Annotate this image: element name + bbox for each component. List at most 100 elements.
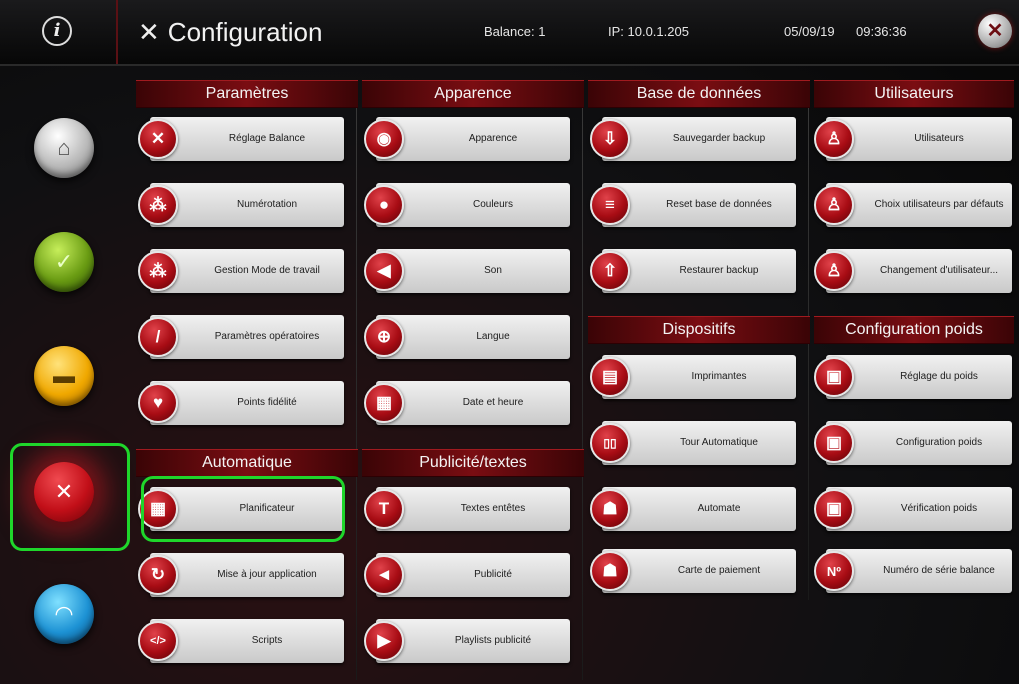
eye-icon: ◉: [364, 119, 404, 159]
button-label: Sauvegarder backup: [672, 133, 766, 144]
section-header-publicite: Publicité/textes: [362, 449, 584, 477]
configuration-poids-button[interactable]: ▣ Configuration poids: [814, 421, 1012, 465]
playlists-publicite-button[interactable]: ▶ Playlists publicité: [364, 619, 570, 663]
button-label: Son: [484, 265, 502, 276]
scripts-button[interactable]: </> Scripts: [138, 619, 344, 663]
knife-icon: /: [138, 317, 178, 357]
display-icon: ▬: [53, 363, 75, 388]
calendar-clock-icon: ▦: [364, 383, 404, 423]
nav-home-button[interactable]: ⌂: [34, 118, 94, 178]
serial-number-icon: Nº: [814, 551, 854, 591]
langue-button[interactable]: ⊕ Langue: [364, 315, 570, 359]
tools-icon: ✕: [138, 119, 178, 159]
reglage-balance-button[interactable]: ✕ Réglage Balance: [138, 117, 344, 161]
tower-icon: ▯▯: [590, 423, 630, 463]
info-cell: i: [0, 0, 118, 64]
wifi-icon: ◠: [54, 601, 74, 626]
user-icon: ♙: [814, 119, 854, 159]
check-icon: ✓: [54, 249, 74, 274]
choix-utilisateurs-defauts-button[interactable]: ♙ Choix utilisateurs par défauts: [814, 183, 1012, 227]
nav-wifi-button[interactable]: ◠: [34, 584, 94, 644]
mise-a-jour-application-button[interactable]: ↻ Mise à jour application: [138, 553, 344, 597]
button-label: Changement d'utilisateur...: [879, 265, 999, 276]
section-header-config-poids: Configuration poids: [814, 316, 1014, 344]
button-label: Gestion Mode de travail: [214, 265, 320, 276]
section-header-parametres: Paramètres: [136, 80, 358, 108]
globe-icon: ⊕: [364, 317, 404, 357]
column-divider: [582, 80, 583, 680]
button-label: Couleurs: [472, 199, 514, 210]
button-label: Réglage du poids: [900, 371, 978, 382]
son-button[interactable]: ◀ Son: [364, 249, 570, 293]
button-label: Playlists publicité: [454, 635, 532, 646]
parametres-operatoires-button[interactable]: / Paramètres opératoires: [138, 315, 344, 359]
button-label: Carte de paiement: [677, 565, 761, 576]
button-label: Mise à jour application: [217, 569, 317, 580]
play-icon: ▶: [364, 621, 404, 661]
button-label: Scripts: [251, 635, 283, 646]
automate-button[interactable]: ☗ Automate: [590, 487, 796, 531]
numero-serie-balance-button[interactable]: Nº Numéro de série balance: [814, 549, 1012, 593]
selected-button-highlight: [141, 476, 345, 542]
gestion-mode-travail-button[interactable]: ⁂ Gestion Mode de travail: [138, 249, 344, 293]
refresh-icon: ↻: [138, 555, 178, 595]
verification-poids-button[interactable]: ▣ Vérification poids: [814, 487, 1012, 531]
title-area: ✕ Configuration: [138, 12, 322, 52]
weight-icon: ▣: [814, 357, 854, 397]
section-header-base-donnees: Base de données: [588, 80, 810, 108]
button-label: Textes entêtes: [460, 503, 526, 514]
button-label: Paramètres opératoires: [214, 331, 320, 342]
weight-check-icon: ▣: [814, 489, 854, 529]
balance-status: Balance: 1: [484, 24, 546, 39]
button-label: Date et heure: [462, 397, 524, 408]
header-bar: i ✕ Configuration Balance: 1 IP: 10.0.1.…: [0, 0, 1019, 66]
button-label: Automate: [697, 503, 741, 514]
button-label: Publicité: [474, 569, 512, 580]
time-status: 09:36:36: [856, 24, 907, 39]
changement-utilisateur-button[interactable]: ♙ Changement d'utilisateur...: [814, 249, 1012, 293]
section-header-apparence: Apparence: [362, 80, 584, 108]
imprimantes-button[interactable]: ▤ Imprimantes: [590, 355, 796, 399]
close-icon[interactable]: ✕: [978, 14, 1012, 48]
date-status: 05/09/19: [784, 24, 835, 39]
network-icon: ⁂: [138, 251, 178, 291]
reset-base-donnees-button[interactable]: ≡ Reset base de données: [590, 183, 796, 227]
tools-icon: ✕: [138, 16, 160, 47]
ip-status: IP: 10.0.1.205: [608, 24, 689, 39]
nav-display-button[interactable]: ▬: [34, 346, 94, 406]
button-label: Utilisateurs: [914, 133, 964, 144]
button-label: Configuration poids: [895, 437, 983, 448]
date-heure-button[interactable]: ▦ Date et heure: [364, 381, 570, 425]
couleurs-button[interactable]: ● Couleurs: [364, 183, 570, 227]
nav-selection-highlight: [10, 443, 130, 551]
button-label: Apparence: [468, 133, 518, 144]
reglage-poids-button[interactable]: ▣ Réglage du poids: [814, 355, 1012, 399]
carte-paiement-button[interactable]: ☗ Carte de paiement: [590, 549, 796, 593]
button-label: Imprimantes: [691, 371, 747, 382]
button-label: Numérotation: [236, 199, 298, 210]
home-icon: ⌂: [57, 135, 71, 160]
numbering-icon: ⁂: [138, 185, 178, 225]
info-icon[interactable]: i: [42, 16, 72, 46]
tour-automatique-button[interactable]: ▯▯ Tour Automatique: [590, 421, 796, 465]
textes-entetes-button[interactable]: T Textes entêtes: [364, 487, 570, 531]
drop-icon: ●: [364, 185, 404, 225]
button-label: Réglage Balance: [228, 133, 306, 144]
points-fidelite-button[interactable]: ♥ Points fidélité: [138, 381, 344, 425]
megaphone-icon: ◄: [364, 555, 404, 595]
column-divider: [356, 80, 357, 680]
button-label: Points fidélité: [237, 397, 297, 408]
weight-config-icon: ▣: [814, 423, 854, 463]
publicite-button[interactable]: ◄ Publicité: [364, 553, 570, 597]
nav-check-button[interactable]: ✓: [34, 232, 94, 292]
utilisateurs-button[interactable]: ♙ Utilisateurs: [814, 117, 1012, 161]
button-label: Langue: [476, 331, 510, 342]
button-label: Restaurer backup: [679, 265, 759, 276]
numerotation-button[interactable]: ⁂ Numérotation: [138, 183, 344, 227]
heart-icon: ♥: [138, 383, 178, 423]
button-label: Tour Automatique: [680, 437, 758, 448]
apparence-button[interactable]: ◉ Apparence: [364, 117, 570, 161]
button-label: Choix utilisateurs par défauts: [874, 199, 1004, 210]
sauvegarder-backup-button[interactable]: ⇩ Sauvegarder backup: [590, 117, 796, 161]
restaurer-backup-button[interactable]: ⇧ Restaurer backup: [590, 249, 796, 293]
